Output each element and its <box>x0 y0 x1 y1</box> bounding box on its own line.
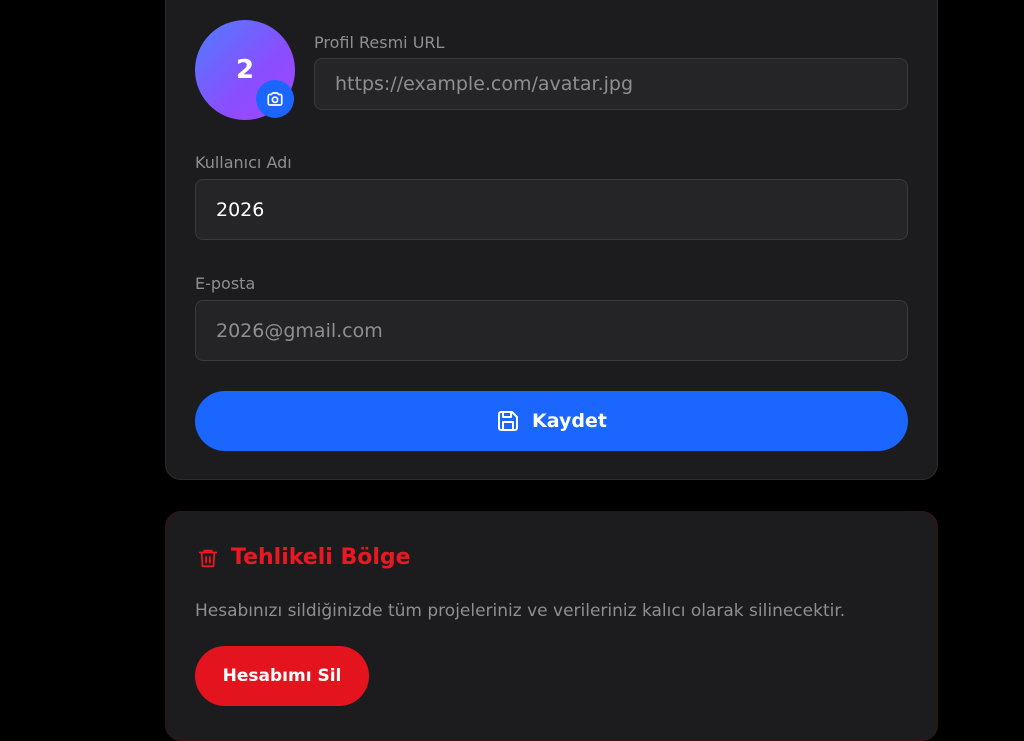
delete-account-button[interactable]: Hesabımı Sil <box>195 646 369 706</box>
floppy-disk-icon <box>498 411 519 431</box>
email-label: E-posta <box>195 274 256 293</box>
avatar-initial: 2 <box>235 55 255 85</box>
save-button-label: Kaydet <box>532 410 607 432</box>
danger-zone-title: Tehlikeli Bölge <box>231 545 411 570</box>
username-label: Kullanıcı Adı <box>195 153 292 172</box>
camera-icon <box>267 92 283 106</box>
change-avatar-button[interactable] <box>256 80 294 118</box>
avatar-url-label: Profil Resmi URL <box>314 33 445 52</box>
danger-zone-header: Tehlikeli Bölge <box>197 545 411 570</box>
trash-icon <box>198 549 218 567</box>
avatar-url-input[interactable] <box>314 58 908 110</box>
username-input[interactable] <box>195 179 908 240</box>
save-button[interactable]: Kaydet <box>195 391 908 451</box>
danger-zone-description: Hesabınızı sildiğinizde tüm projeleriniz… <box>195 601 846 621</box>
email-input[interactable] <box>195 300 908 361</box>
